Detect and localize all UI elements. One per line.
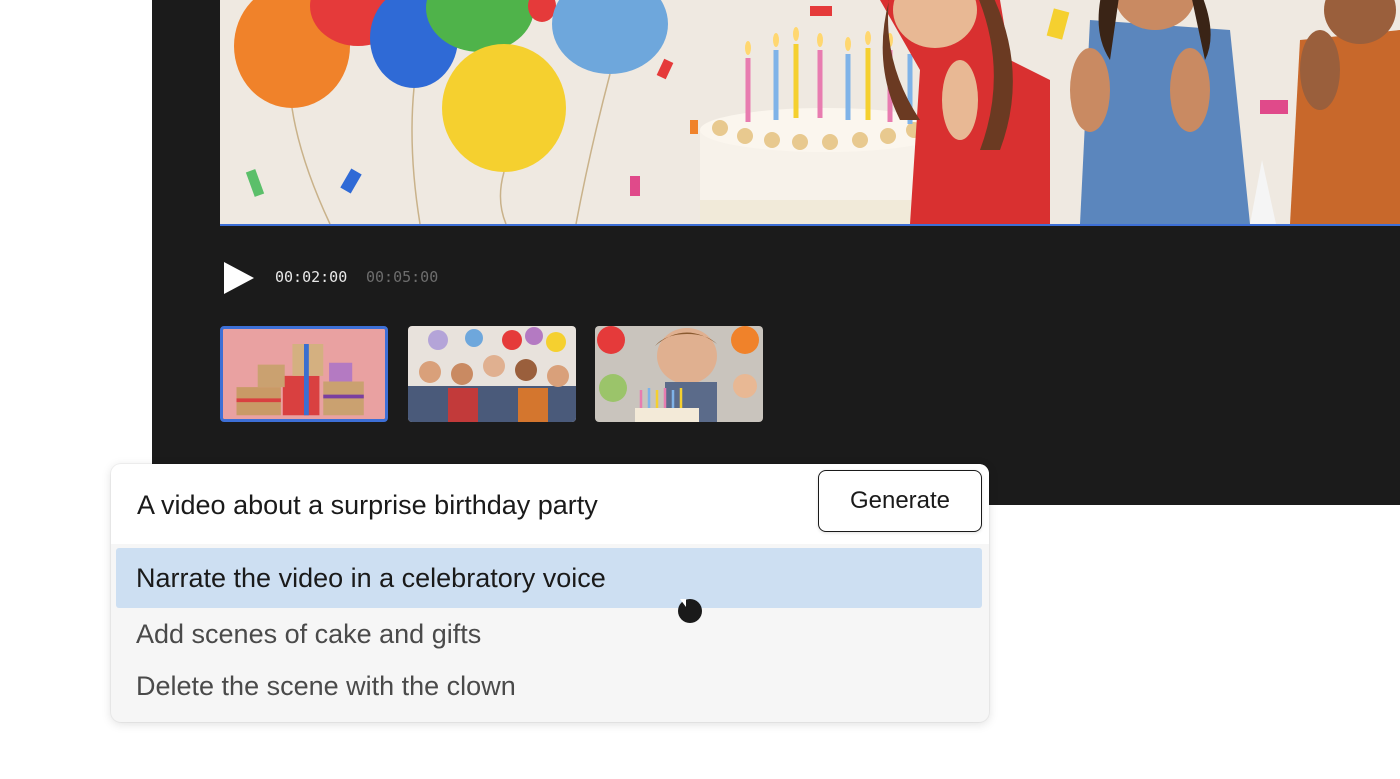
clip-thumbnail-group-party[interactable]	[408, 326, 576, 422]
play-icon	[224, 262, 254, 294]
play-button[interactable]	[222, 260, 256, 296]
party-scene-image	[220, 0, 1400, 224]
video-editor: 00:02:00 00:05:00	[152, 0, 1400, 505]
prompt-panel: Generate Narrate the video in a celebrat…	[111, 464, 989, 722]
clip-thumbnail-gifts[interactable]	[220, 326, 388, 422]
total-duration: 00:05:00	[366, 268, 439, 286]
clip-thumbnail-cake-blowing[interactable]	[595, 326, 763, 422]
generate-button[interactable]: Generate	[818, 470, 982, 532]
cake-blowing-image	[595, 326, 763, 422]
group-party-image	[408, 326, 576, 422]
suggestion-item[interactable]: Add scenes of cake and gifts	[116, 604, 982, 664]
mouse-cursor-icon	[678, 599, 702, 623]
video-preview[interactable]	[220, 0, 1400, 226]
prompt-input[interactable]	[135, 484, 799, 526]
suggestion-item[interactable]: Delete the scene with the clown	[116, 656, 982, 716]
suggestion-item[interactable]: Narrate the video in a celebratory voice	[116, 548, 982, 608]
prompt-bar: Generate	[111, 464, 989, 544]
current-time: 00:02:00	[275, 268, 348, 286]
gifts-image	[223, 329, 385, 419]
